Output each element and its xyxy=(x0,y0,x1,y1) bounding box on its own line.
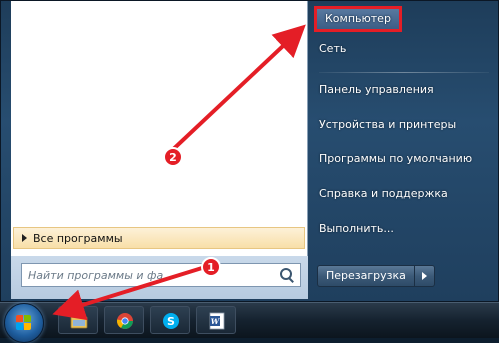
taskbar: S W xyxy=(0,302,499,343)
programs-list: Все программы xyxy=(11,1,308,257)
word-document-icon: W xyxy=(209,312,225,330)
taskbar-word-button[interactable]: W xyxy=(196,306,236,334)
menu-item-devices-printers[interactable]: Устройства и принтеры xyxy=(319,115,495,135)
chrome-icon xyxy=(116,313,133,329)
start-menu-left-pane: Все программы xyxy=(11,1,308,299)
svg-text:S: S xyxy=(167,315,175,328)
folder-icon xyxy=(70,315,88,329)
triangle-right-icon xyxy=(22,234,27,242)
menu-item-help-support[interactable]: Справка и поддержка xyxy=(319,184,495,204)
search-icon[interactable] xyxy=(276,265,296,285)
skype-icon: S xyxy=(163,313,179,329)
restart-button[interactable]: Перезагрузка xyxy=(317,265,415,287)
menu-item-run[interactable]: Выполнить... xyxy=(319,219,495,239)
start-menu: Все программы Компьютер Сеть Панель упра… xyxy=(0,0,499,302)
taskbar-chrome-button[interactable] xyxy=(104,306,144,334)
chevron-right-icon xyxy=(421,272,427,280)
all-programs-button[interactable]: Все программы xyxy=(13,227,305,249)
shutdown-options-button[interactable] xyxy=(414,265,435,287)
taskbar-explorer-button[interactable] xyxy=(58,306,98,334)
search-strip xyxy=(11,256,308,299)
all-programs-label: Все программы xyxy=(33,231,123,245)
menu-item-computer[interactable]: Компьютер xyxy=(314,6,402,32)
menu-item-control-panel[interactable]: Панель управления xyxy=(319,80,495,100)
start-menu-right-pane: Компьютер Сеть Панель управления Устройс… xyxy=(311,1,497,299)
menu-item-default-programs[interactable]: Программы по умолчанию xyxy=(319,149,495,169)
shutdown-group: Перезагрузка xyxy=(317,265,435,287)
taskbar-skype-button[interactable]: S xyxy=(150,306,190,334)
search-input[interactable] xyxy=(28,265,276,285)
start-button[interactable] xyxy=(4,303,44,343)
menu-item-network[interactable]: Сеть xyxy=(319,39,495,59)
search-box[interactable] xyxy=(21,263,301,287)
windows-logo-icon xyxy=(16,315,32,331)
separator xyxy=(319,72,489,73)
